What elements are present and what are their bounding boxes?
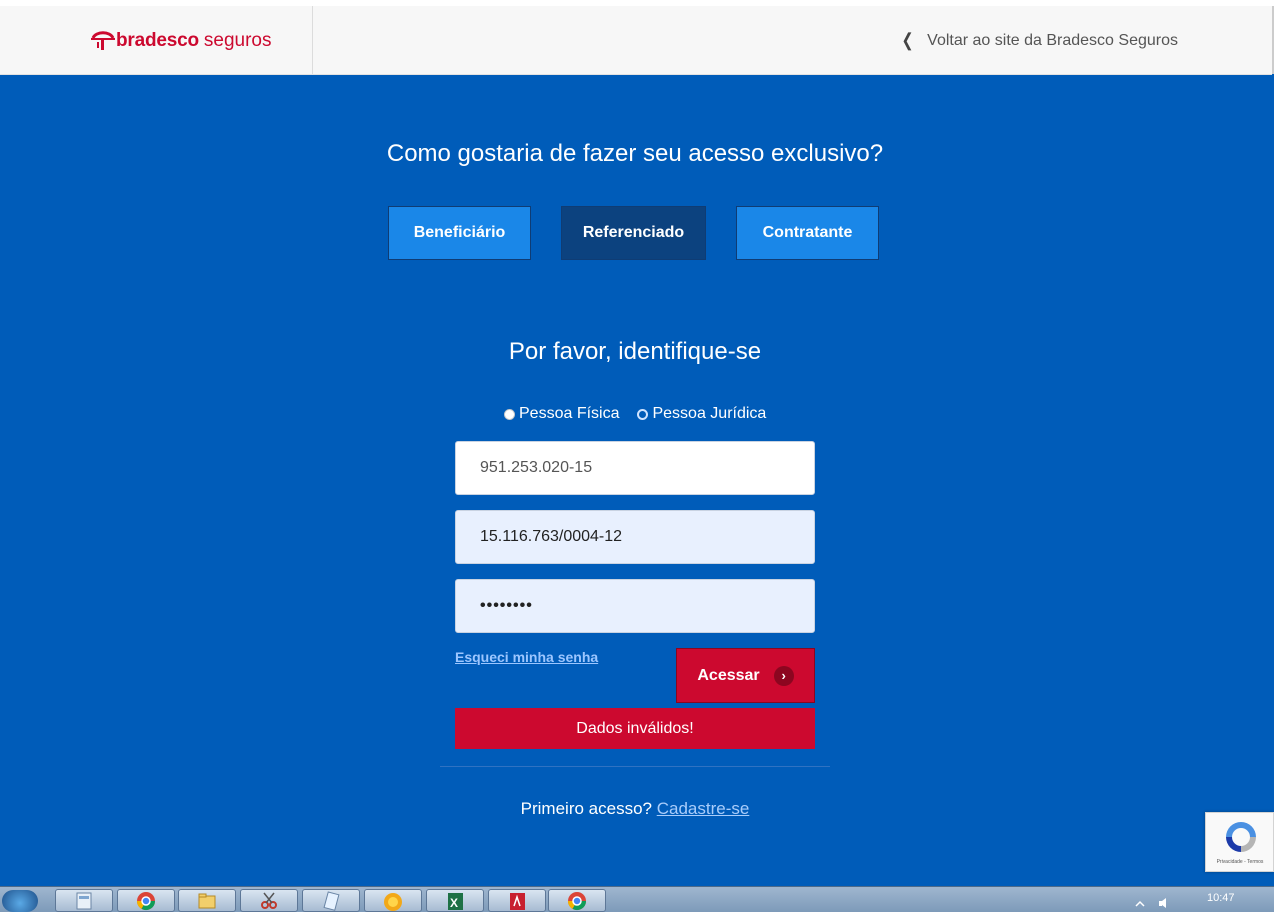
scissors-icon [261,892,277,909]
radio-pessoa-fisica[interactable] [504,408,515,420]
back-to-site-label: Voltar ao site da Bradesco Seguros [927,31,1178,49]
person-type-radios: Pessoa Física Pessoa Jurídica [504,405,766,423]
tab-referenciado[interactable]: Referenciado [561,206,706,260]
cnpj-field[interactable]: 15.116.763/0004-12 [455,510,815,564]
acessar-label: Acessar [697,666,760,684]
recaptcha-badge[interactable]: Privacidade - Termos [1205,812,1274,872]
taskbar-acrobat[interactable] [488,889,546,912]
password-field[interactable]: •••••••• [455,579,815,633]
recaptcha-icon [1226,822,1256,852]
first-access: Primeiro acesso? Cadastre-se [0,799,1270,819]
forgot-password-link[interactable]: Esqueci minha senha [455,649,598,665]
error-message: Dados inválidos! [455,708,815,749]
taskbar-explorer[interactable] [55,889,113,912]
recaptcha-terms[interactable]: Privacidade - Termos [1206,859,1274,865]
excel-icon: X [448,892,463,910]
register-link[interactable]: Cadastre-se [657,799,750,818]
tab-contratante[interactable]: Contratante [736,206,879,260]
radio-pessoa-fisica-label[interactable]: Pessoa Física [519,405,619,423]
taskbar-clock[interactable]: 10:47 [1207,892,1235,904]
taskbar-notepad[interactable] [302,889,360,912]
first-access-text: Primeiro acesso? [520,799,652,818]
logo-cell: bradesco seguros [0,6,313,74]
taskbar-snipping-tool[interactable] [240,889,298,912]
folder-icon [198,893,216,908]
windows-taskbar: X 10:47 [0,886,1274,912]
taskbar-excel[interactable]: X [426,889,484,912]
chrome-icon [568,891,586,910]
notepad-icon [323,890,340,911]
explorer-icon [76,892,92,909]
access-type-tabs: Beneficiário Referenciado Contratante [388,206,879,260]
taskbar-folder[interactable] [178,889,236,912]
chevron-left-icon: ❮ [901,30,914,50]
radio-pessoa-juridica-label[interactable]: Pessoa Jurídica [652,405,766,423]
chevron-right-icon: › [773,665,794,686]
divider [440,766,830,767]
brand-name: bradesco [116,30,199,51]
access-question: Como gostaria de fazer seu acesso exclus… [386,140,884,167]
svg-text:X: X [450,896,458,910]
acessar-button[interactable]: Acessar › [676,648,815,703]
bradesco-seguros-logo[interactable]: bradesco seguros [90,26,272,56]
acrobat-icon [510,892,525,910]
taskbar-chrome-1[interactable] [117,889,175,912]
volume-icon[interactable] [1158,897,1168,909]
start-button[interactable] [2,890,38,912]
radio-pessoa-juridica[interactable] [637,408,649,420]
tab-beneficiario[interactable]: Beneficiário [388,206,531,260]
taskbar-chrome-2[interactable] [548,889,606,912]
chrome-icon [137,891,155,910]
tray-arrow-icon[interactable] [1135,897,1145,909]
taskbar-chrome-canary[interactable] [364,889,422,912]
chrome-canary-icon [384,892,402,911]
cpf-field[interactable]: 951.253.020-15 [455,441,815,495]
bradesco-tree-icon [91,31,115,50]
brand-suffix: seguros [203,30,272,51]
back-to-site-link[interactable]: ❮ Voltar ao site da Bradesco Seguros [900,30,1178,51]
site-header: bradesco seguros ❮ Voltar ao site da Bra… [0,6,1272,75]
identify-title: Por favor, identifique-se [508,338,762,365]
